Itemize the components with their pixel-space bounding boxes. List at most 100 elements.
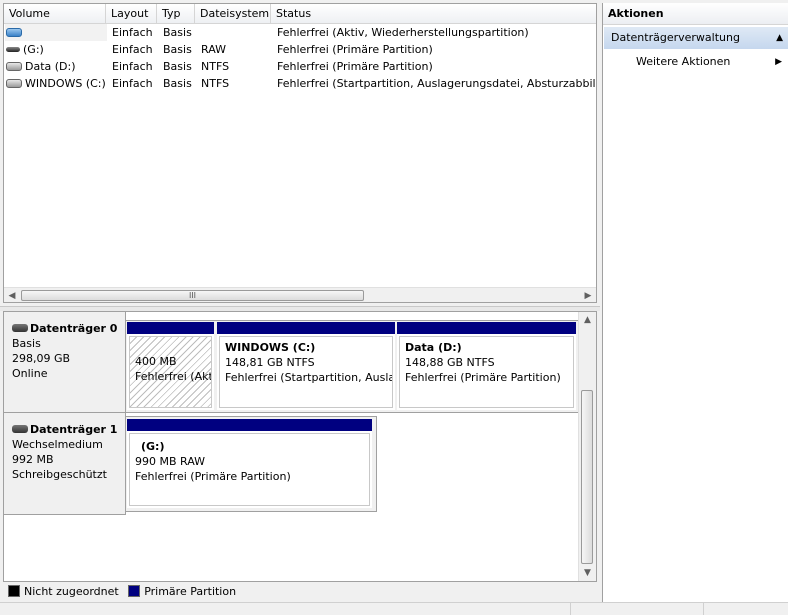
partition-status: Fehlerfrei (Primäre Partition) — [135, 470, 291, 483]
partition-status: Fehlerfrei (Primäre Partition) — [405, 371, 561, 384]
disk-size: 992 MB — [12, 453, 54, 466]
main-pane: Volume Layout Typ Dateisystem Status Ein… — [0, 0, 600, 614]
partition-bar — [397, 322, 576, 334]
actions-pane: Aktionen Datenträgerverwaltung ▲ Weitere… — [602, 3, 788, 614]
partition-box: WINDOWS (C:) 148,81 GB NTFS Fehlerfrei (… — [219, 336, 393, 408]
actions-header: Aktionen — [603, 3, 788, 25]
volume-row[interactable]: Einfach Basis Fehlerfrei (Aktiv, Wiederh… — [4, 24, 596, 41]
partition-box: (G:) 990 MB RAW Fehlerfrei (Primäre Part… — [129, 433, 370, 506]
column-header-layout[interactable]: Layout — [106, 4, 157, 23]
disk-state: Online — [12, 367, 48, 380]
primary-partition-swatch-icon — [128, 585, 141, 597]
volume-row[interactable]: WINDOWS (C:) Einfach Basis NTFS Fehlerfr… — [4, 75, 596, 92]
partition-bar — [127, 322, 214, 334]
partition-name: WINDOWS (C:) — [225, 341, 316, 354]
volume-list[interactable]: Volume Layout Typ Dateisystem Status Ein… — [3, 3, 597, 303]
volume-cell: WINDOWS (C:) — [6, 75, 106, 92]
hard-disk-icon — [12, 324, 28, 332]
drive-icon — [6, 61, 22, 71]
scroll-right-icon[interactable]: ▶ — [580, 288, 596, 302]
unallocated-swatch-icon — [8, 585, 20, 597]
volume-name: (G:) — [23, 43, 44, 56]
partition-size: 148,81 GB NTFS — [225, 356, 315, 369]
action-weitere-aktionen[interactable]: Weitere Aktionen ▶ — [604, 52, 788, 72]
volume-row[interactable]: Data (D:) Einfach Basis NTFS Fehlerfrei … — [4, 58, 596, 75]
disk-1-label[interactable]: Datenträger 1 Wechselmedium 992 MB Schre… — [4, 413, 126, 515]
partition-status: Fehlerfrei (Startpartition, Auslag — [225, 371, 393, 384]
scroll-up-icon[interactable]: ▲ — [579, 312, 596, 328]
typ-cell: Basis — [163, 26, 192, 39]
disk-size: 298,09 GB — [12, 352, 71, 365]
layout-cell: Einfach — [112, 60, 153, 73]
typ-cell: Basis — [163, 60, 192, 73]
scroll-thumb[interactable]: III — [21, 290, 364, 301]
partition-name: (G:) — [141, 440, 165, 453]
partition-size: 148,88 GB NTFS — [405, 356, 495, 369]
partition-bar — [127, 419, 372, 431]
partition-box: Data (D:) 148,88 GB NTFS Fehlerfrei (Pri… — [399, 336, 574, 408]
submenu-arrow-icon: ▶ — [775, 57, 782, 67]
partition-recovery[interactable]: 400 MB Fehlerfrei (Akt — [127, 322, 214, 410]
partition-size: 400 MB — [135, 355, 177, 368]
partition-name: Data (D:) — [405, 341, 462, 354]
volume-cell: Data (D:) — [6, 58, 106, 75]
disk-0-partitions: 400 MB Fehlerfrei (Akt WINDOWS (C:) 148,… — [126, 320, 579, 413]
status-cell: Fehlerfrei (Primäre Partition) — [277, 43, 433, 56]
disk-graphical-view: Datenträger 0 Basis 298,09 GB Online 400… — [3, 311, 597, 582]
partition-windows-c[interactable]: WINDOWS (C:) 148,81 GB NTFS Fehlerfrei (… — [217, 322, 395, 410]
disk-0-label[interactable]: Datenträger 0 Basis 298,09 GB Online — [4, 312, 126, 413]
removable-disk-icon — [12, 425, 28, 433]
volume-cell: (G:) — [6, 41, 106, 58]
column-header-volume[interactable]: Volume — [4, 4, 106, 23]
status-cell: Fehlerfrei (Aktiv, Wiederherstellungspar… — [277, 26, 529, 39]
status-bar-divider — [703, 603, 704, 615]
layout-cell: Einfach — [112, 77, 153, 90]
disk-title: Datenträger 0 — [30, 322, 118, 335]
horizontal-scrollbar[interactable]: ◀ III ▶ — [4, 287, 596, 302]
layout-cell: Einfach — [112, 26, 153, 39]
column-header-dateisystem[interactable]: Dateisystem — [195, 4, 271, 23]
action-label: Weitere Aktionen — [636, 55, 731, 68]
column-header-status[interactable]: Status — [271, 4, 596, 23]
partition-bar — [217, 322, 395, 334]
disk-title: Datenträger 1 — [30, 423, 118, 436]
partition-data-d[interactable]: Data (D:) 148,88 GB NTFS Fehlerfrei (Pri… — [397, 322, 576, 410]
status-cell: Fehlerfrei (Primäre Partition) — [277, 60, 433, 73]
typ-cell: Basis — [163, 43, 192, 56]
dateisystem-cell: NTFS — [201, 77, 230, 90]
actions-group-datentraegerverwaltung[interactable]: Datenträgerverwaltung ▲ — [604, 27, 788, 49]
drive-icon — [6, 78, 22, 88]
disk-1-partitions: (G:) 990 MB RAW Fehlerfrei (Primäre Part… — [126, 416, 377, 512]
volume-row[interactable]: (G:) Einfach Basis RAW Fehlerfrei (Primä… — [4, 41, 596, 58]
volume-cell — [5, 24, 107, 41]
scroll-left-icon[interactable]: ◀ — [4, 288, 20, 302]
dateisystem-cell: RAW — [201, 43, 226, 56]
partition-g[interactable]: (G:) 990 MB RAW Fehlerfrei (Primäre Part… — [127, 419, 372, 508]
layout-cell: Einfach — [112, 43, 153, 56]
scroll-thumb[interactable] — [581, 390, 593, 564]
volume-name: Data (D:) — [25, 60, 76, 73]
status-bar — [0, 602, 788, 615]
removable-drive-icon — [6, 46, 20, 52]
typ-cell: Basis — [163, 77, 192, 90]
volume-list-header: Volume Layout Typ Dateisystem Status — [4, 4, 596, 24]
vertical-scrollbar[interactable]: ▲ ▼ — [578, 312, 596, 581]
actions-group-label: Datenträgerverwaltung — [611, 31, 740, 44]
volume-name: WINDOWS (C:) — [25, 77, 106, 90]
legend-label-primary: Primäre Partition — [144, 585, 237, 598]
status-cell: Fehlerfrei (Startpartition, Auslagerungs… — [277, 77, 597, 90]
partition-box: 400 MB Fehlerfrei (Akt — [129, 336, 212, 408]
legend-label-unallocated: Nicht zugeordnet — [24, 585, 119, 598]
disk-type: Wechselmedium — [12, 438, 103, 451]
scroll-down-icon[interactable]: ▼ — [579, 565, 596, 581]
partition-size: 990 MB RAW — [135, 455, 206, 468]
partition-status: Fehlerfrei (Akt — [135, 370, 212, 383]
legend: Nicht zugeordnet Primäre Partition — [3, 583, 597, 601]
blue-drive-icon — [6, 27, 22, 37]
disk-type: Basis — [12, 337, 41, 350]
disk-state: Schreibgeschützt — [12, 468, 107, 481]
column-header-typ[interactable]: Typ — [157, 4, 195, 23]
status-bar-divider — [570, 603, 571, 615]
dateisystem-cell: NTFS — [201, 60, 230, 73]
collapse-up-icon[interactable]: ▲ — [776, 27, 783, 49]
